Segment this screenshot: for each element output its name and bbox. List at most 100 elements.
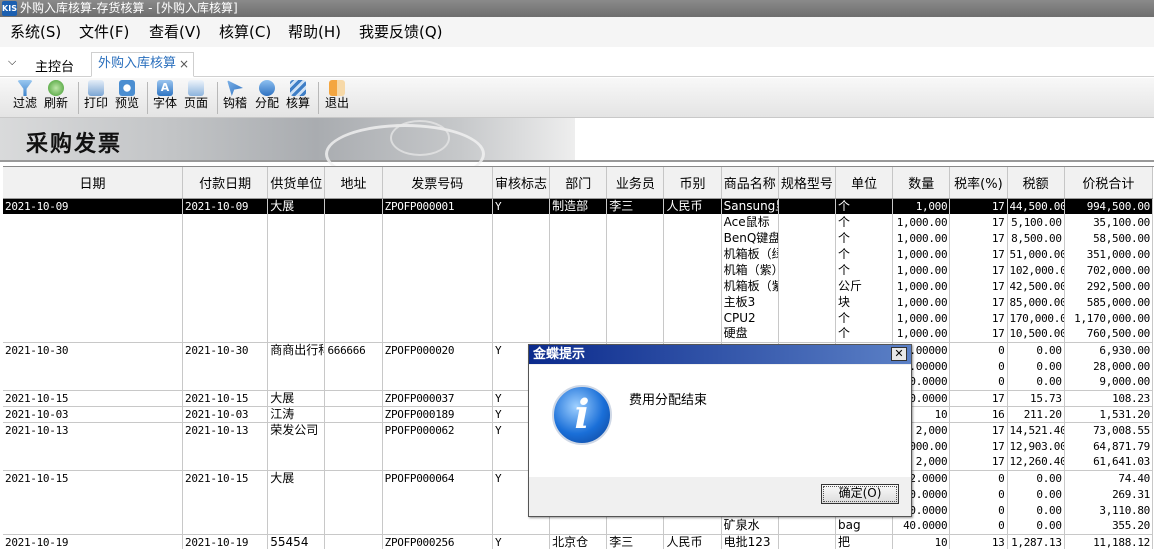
chevron-down-icon[interactable]: ⌵ bbox=[8, 55, 16, 69]
table-cell: 17 bbox=[949, 198, 1008, 214]
print-button[interactable]: 打印 bbox=[84, 80, 108, 110]
dialog-message: 费用分配结束 bbox=[629, 393, 708, 408]
table-cell: 个 bbox=[835, 262, 894, 278]
table-cell: 机箱板（紫 bbox=[721, 278, 779, 294]
table-row[interactable]: 机箱（紫） 个1,000.0017102,000.00702,000.00 bbox=[3, 262, 1154, 278]
calculate-button[interactable]: 核算 bbox=[286, 80, 310, 110]
table-cell: 人民币 bbox=[663, 198, 722, 214]
preview-button[interactable]: 预览 bbox=[115, 80, 139, 110]
exit-button[interactable]: 退出 bbox=[325, 80, 349, 110]
table-row[interactable]: 机箱板（紫 公斤 1,000.00 17 42,500.00 292,500.00 bbox=[3, 278, 1154, 294]
column-header[interactable]: 地址 bbox=[324, 167, 383, 199]
table-row[interactable]: BenQ键盘 个 1,000.00 17 8,500.00 58,500.00 bbox=[3, 230, 1154, 246]
menu-calculate[interactable]: 核算(C) bbox=[219, 22, 271, 42]
table-cell: 电批123 bbox=[721, 533, 779, 549]
font-icon: A bbox=[157, 80, 173, 96]
table-cell bbox=[267, 326, 326, 342]
table-cell bbox=[606, 294, 665, 310]
table-row[interactable]: 2021-10-09 2021-10-09 大展 ZPOFP000001 Y 制造部 李三人… bbox=[3, 198, 1154, 214]
table-row[interactable]: Ace鼠标 个 1,000.00 17 5,100.00 35,100.00 bbox=[3, 214, 1154, 230]
column-header[interactable]: 部门 bbox=[549, 167, 608, 199]
table-cell: 17 bbox=[949, 438, 1008, 454]
table-cell: 44,500.00 bbox=[1007, 198, 1065, 214]
table-cell bbox=[549, 262, 608, 278]
table-row[interactable]: 2021-10-19 2021-10-19 55454 ZPOFP000256 Y 北京仓… bbox=[3, 533, 1154, 549]
table-cell bbox=[324, 214, 383, 230]
print-icon bbox=[88, 80, 104, 96]
table-cell bbox=[182, 358, 269, 374]
tab-console[interactable]: 主控台 bbox=[35, 56, 74, 75]
column-header[interactable]: 审核标志 bbox=[492, 167, 551, 199]
table-cell bbox=[663, 310, 722, 326]
table-cell bbox=[606, 278, 665, 294]
table-cell bbox=[549, 230, 608, 246]
filter-button[interactable]: 过滤 bbox=[13, 80, 37, 110]
column-header[interactable]: 价税合计 bbox=[1064, 167, 1154, 199]
menu-view[interactable]: 查看(V) bbox=[149, 22, 201, 42]
table-cell: 0 bbox=[949, 518, 1008, 534]
page-button[interactable]: 页面 bbox=[184, 80, 208, 110]
table-cell bbox=[382, 214, 493, 230]
tab-purchase-accounting[interactable]: 外购入库核算 × bbox=[91, 52, 194, 77]
table-cell bbox=[778, 278, 836, 294]
menu-feedback[interactable]: 我要反馈(Q) bbox=[359, 22, 443, 42]
column-header[interactable]: 规格型号 bbox=[778, 167, 836, 199]
menu-system[interactable]: 系统(S) bbox=[10, 22, 61, 42]
table-row[interactable]: CPU2 个1,000.0017170,000.001,170,000.00 bbox=[3, 310, 1154, 326]
table-cell bbox=[778, 326, 836, 342]
table-cell bbox=[182, 214, 269, 230]
table-cell bbox=[663, 278, 722, 294]
table-cell bbox=[3, 358, 184, 374]
column-header[interactable]: 数量 bbox=[892, 167, 951, 199]
table-row[interactable]: 机箱板（绿 个 1,000.00 17 51,000.00 351,000.00 bbox=[3, 246, 1154, 262]
column-header[interactable]: 商品名称 bbox=[721, 167, 779, 199]
table-cell bbox=[324, 310, 383, 326]
table-cell: 硬盘 bbox=[721, 326, 779, 342]
table-cell bbox=[324, 326, 383, 342]
table-cell bbox=[778, 246, 836, 262]
column-header[interactable]: 税额 bbox=[1007, 167, 1065, 199]
hook-button[interactable]: 钩稽 bbox=[223, 80, 247, 110]
table-cell: 17 bbox=[949, 278, 1008, 294]
table-cell: 大展 bbox=[267, 469, 326, 486]
table-cell bbox=[324, 405, 383, 422]
toolbar-divider bbox=[147, 82, 148, 114]
table-cell: 1,000 bbox=[892, 198, 951, 214]
column-header[interactable]: 单位 bbox=[835, 167, 894, 199]
font-button[interactable]: A 字体 bbox=[153, 80, 177, 110]
exit-icon bbox=[329, 80, 345, 96]
table-row[interactable]: 主板3 块 1,000.00 17 85,000.00 585,000.00 bbox=[3, 294, 1154, 310]
column-header[interactable]: 供货单位 bbox=[267, 167, 326, 199]
close-icon[interactable]: × bbox=[179, 53, 189, 75]
table-cell bbox=[549, 518, 608, 534]
table-cell bbox=[267, 374, 326, 390]
column-header[interactable]: 日期 bbox=[3, 167, 184, 199]
refresh-button[interactable]: 刷新 bbox=[44, 80, 68, 110]
table-cell: 李三 bbox=[606, 533, 665, 549]
table-cell bbox=[267, 246, 326, 262]
menu-help[interactable]: 帮助(H) bbox=[288, 22, 341, 42]
table-row[interactable]: 矿泉水 bag 40.0000 0 0.00 355.20 bbox=[3, 518, 1154, 534]
table-cell bbox=[382, 310, 493, 326]
column-header[interactable]: 币别 bbox=[663, 167, 722, 199]
close-icon[interactable]: ✕ bbox=[891, 347, 907, 361]
table-cell: 6,930.00 bbox=[1064, 341, 1154, 358]
table-cell bbox=[324, 358, 383, 374]
refresh-icon bbox=[48, 80, 64, 96]
table-cell: Y bbox=[492, 533, 551, 549]
table-row[interactable]: 硬盘 个 1,000.00 17 10,500.00 760,500.00 bbox=[3, 326, 1154, 342]
table-cell bbox=[382, 486, 493, 502]
table-cell bbox=[267, 502, 326, 518]
column-header[interactable]: 付款日期 bbox=[182, 167, 269, 199]
column-header[interactable]: 发票号码 bbox=[382, 167, 493, 199]
table-cell bbox=[492, 246, 551, 262]
ok-button[interactable]: 确定(O) bbox=[821, 484, 899, 504]
table-cell: 17 bbox=[949, 326, 1008, 342]
allocate-button[interactable]: 分配 bbox=[255, 80, 279, 110]
table-cell: 10,500.00 bbox=[1007, 326, 1065, 342]
table-cell bbox=[663, 246, 722, 262]
column-header[interactable]: 业务员 bbox=[606, 167, 665, 199]
table-cell: 商商出行科 bbox=[267, 341, 326, 358]
column-header[interactable]: 税率(%) bbox=[949, 167, 1008, 199]
menu-file[interactable]: 文件(F) bbox=[79, 22, 129, 42]
